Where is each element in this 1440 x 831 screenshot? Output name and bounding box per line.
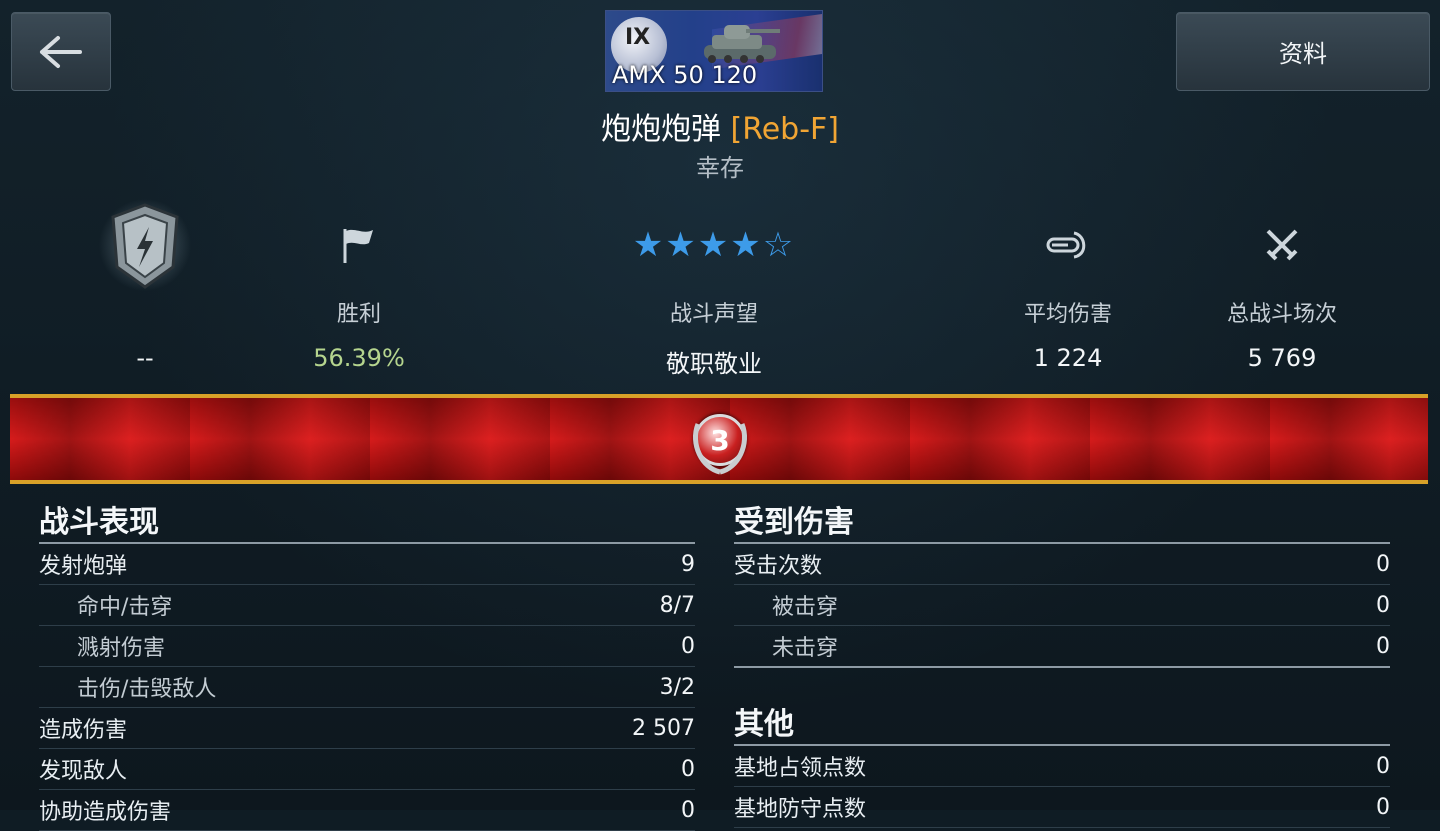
stat-rank: -- [35,199,255,372]
stat-reputation: ★ ★ ★ ★ ☆ 战斗声望 敬职敬业 [604,200,824,379]
table-row: 发现敌人 0 [39,749,695,790]
player-status: 幸存 [696,154,744,182]
stat-value: 敬职敬业 [666,350,762,378]
row-label: 未击穿 [772,636,839,661]
row-value: 9 [681,551,695,577]
table-row: 基地防守点数 0 [734,787,1390,828]
table-row: 协助造成伤害 0 [39,790,695,831]
tank-tier: IX [625,25,651,50]
row-value: 0 [681,756,695,782]
row-value: 0 [1376,633,1390,659]
tank-card: IX AMX 50 120 [605,10,823,92]
row-value: 0 [1376,592,1390,618]
table-row: 被击穿 0 [734,585,1390,626]
stat-wins: 胜利 56.39% [249,200,469,372]
star-filled-icon: ★ [730,225,763,265]
received-damage-section: 受到伤害 受击次数 0 被击穿 0 未击穿 0 [734,504,1390,668]
table-row: 击伤/击毁敌人 3/2 [39,667,695,708]
row-label: 被击穿 [772,595,839,620]
damage-icon [958,200,1178,290]
table-row: 基地占领点数 0 [734,746,1390,787]
combat-section: 战斗表现 发射炮弹 9 命中/击穿 8/7 溅射伤害 0 击伤/击毁敌人 3/2… [39,504,695,831]
table-row: 发射炮弹 9 [39,544,695,585]
row-value: 3/2 [659,674,695,700]
row-label: 发现敌人 [39,759,128,784]
row-value: 2 507 [632,715,695,741]
row-label: 受击次数 [734,554,823,579]
row-value: 8/7 [659,592,695,618]
stat-total-battles: 总战斗场次 5 769 [1172,200,1392,372]
crossed-swords-icon [1172,200,1392,290]
row-value: 0 [1376,794,1390,820]
row-label: 击伤/击毁敌人 [77,677,217,702]
table-row: 造成伤害 2 507 [39,708,695,749]
row-value: 0 [681,797,695,823]
player-name: 炮炮炮弹 [600,112,721,147]
mastery-medal-icon: 3 [688,404,752,476]
stat-avg-damage: 平均伤害 1 224 [958,200,1178,372]
section-title: 战斗表现 [39,504,695,544]
row-value: 0 [681,633,695,659]
stat-value: 1 224 [1033,344,1103,372]
row-label: 发射炮弹 [39,554,128,579]
stat-label: 胜利 [336,302,381,327]
shield-icon [35,199,255,291]
stat-value: -- [136,344,154,372]
back-button[interactable] [11,12,111,91]
star-empty-icon: ☆ [762,225,796,265]
row-label: 命中/击穿 [77,595,173,620]
row-value: 0 [1376,551,1390,577]
table-row: 受击次数 0 [734,544,1390,585]
row-label: 溅射伤害 [77,636,166,661]
table-row: 命中/击穿 8/7 [39,585,695,626]
table-row: 溅射伤害 0 [39,626,695,667]
row-value: 0 [1376,753,1390,779]
tank-name: AMX 50 120 [612,61,758,89]
stat-label: 战斗声望 [669,302,758,327]
stars-rating: ★ ★ ★ ★ ☆ [604,200,824,290]
stat-value: 56.39% [313,344,405,372]
flag-icon [249,200,469,290]
stat-label: 总战斗场次 [1226,302,1337,327]
star-filled-icon: ★ [665,225,698,265]
star-filled-icon: ★ [632,225,666,265]
arrow-left-icon [40,35,82,68]
info-button[interactable]: 资料 [1176,12,1430,91]
stat-label: 平均伤害 [1023,302,1112,327]
clan-tag: [Reb-F] [730,112,840,147]
tank-image [704,25,780,63]
section-title: 其他 [734,706,1390,746]
row-label: 基地防守点数 [734,797,867,822]
player-name-line: 炮炮炮弹 [Reb-F] [0,104,1440,148]
row-label: 协助造成伤害 [39,800,172,825]
star-filled-icon: ★ [697,225,731,265]
stat-label [35,296,255,326]
section-title: 受到伤害 [734,504,1390,544]
row-label: 基地占领点数 [734,756,867,781]
row-label: 造成伤害 [39,718,128,743]
stat-value: 5 769 [1247,344,1317,372]
table-row: 未击穿 0 [734,626,1390,668]
